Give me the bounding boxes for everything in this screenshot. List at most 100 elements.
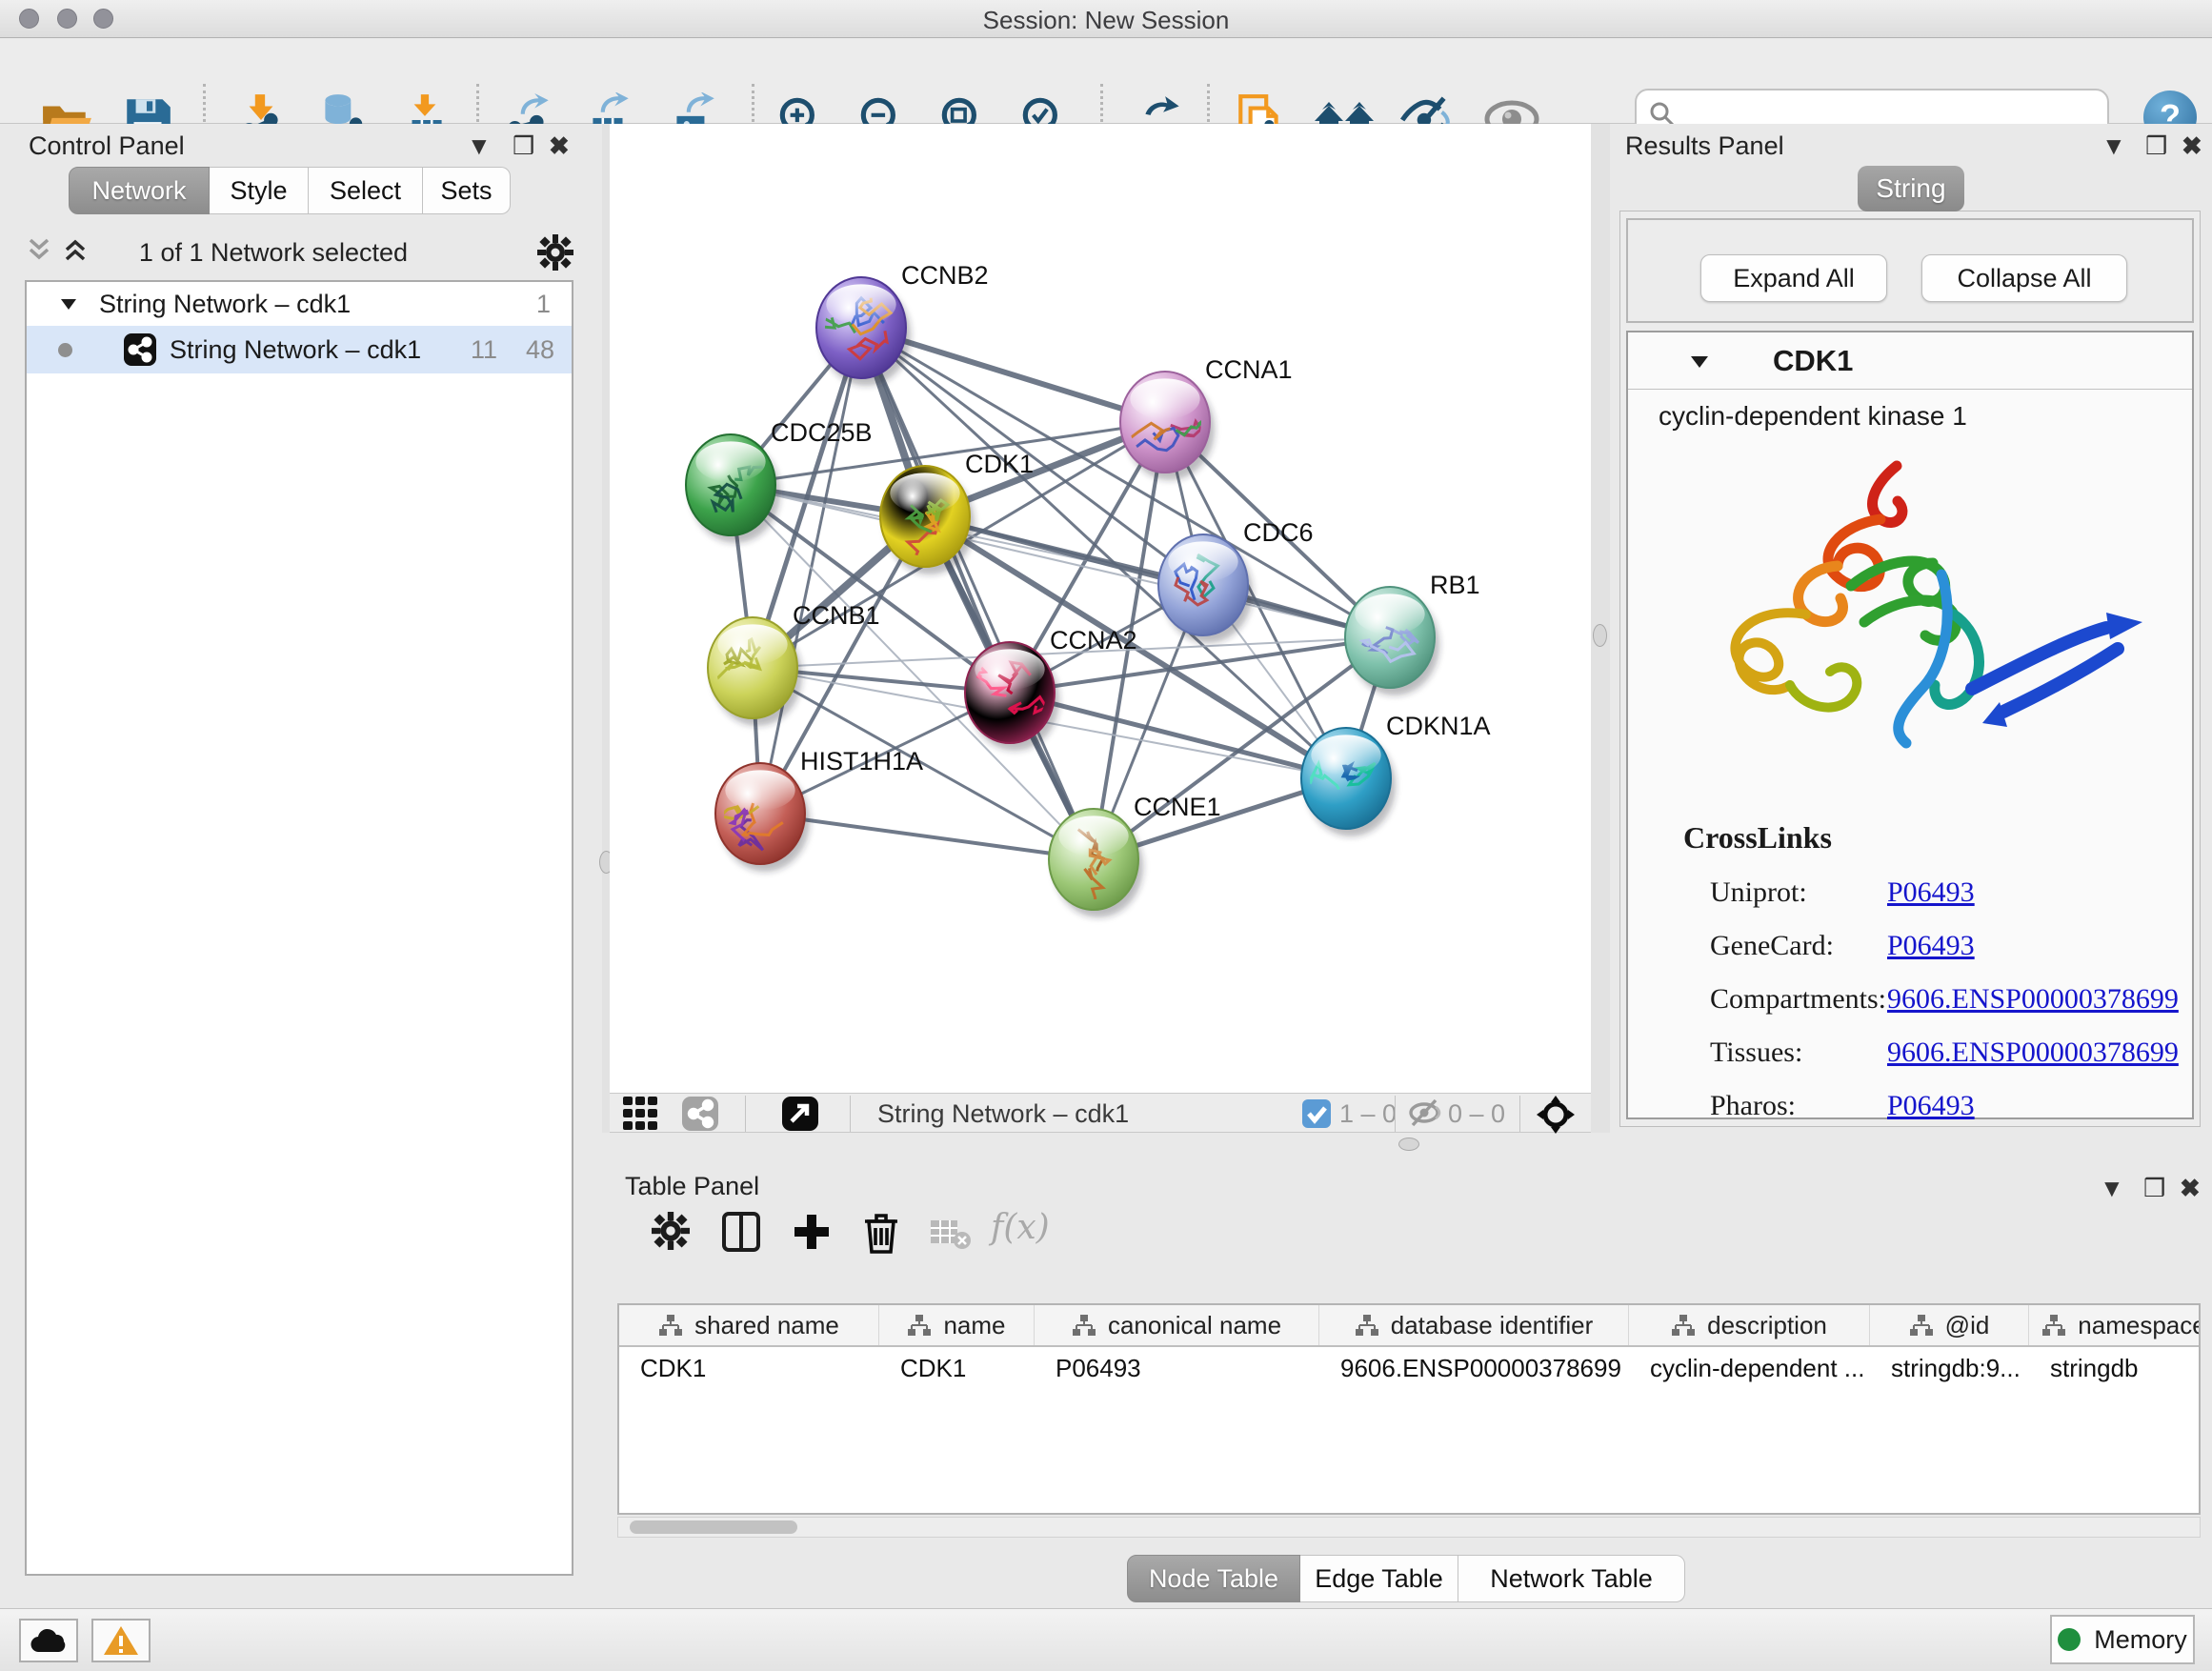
table-cell[interactable]: cyclin-dependent ...: [1629, 1347, 1870, 1389]
tab-select[interactable]: Select: [309, 167, 423, 214]
table-cell[interactable]: 9606.ENSP00000378699: [1319, 1347, 1629, 1389]
cloud-button[interactable]: [19, 1619, 78, 1662]
share-view-icon[interactable]: [682, 1097, 718, 1136]
network-node-CCNE1[interactable]: CCNE1: [1049, 793, 1221, 917]
protein-structure-image: [1651, 445, 2173, 816]
column-header--id[interactable]: @id: [1870, 1305, 2029, 1345]
network-collection-row[interactable]: String Network – cdk1 1: [27, 282, 572, 326]
select-columns-icon[interactable]: [722, 1212, 760, 1257]
node-label-CCNB1: CCNB1: [793, 601, 880, 630]
main-toolbar: ?: [0, 39, 2212, 124]
crosslinks-rows: Uniprot:P06493GeneCard:P06493Compartment…: [1628, 876, 2188, 1122]
table-cell[interactable]: stringdb: [2029, 1347, 2201, 1389]
panel-float-icon[interactable]: ❒: [513, 131, 534, 161]
table-row[interactable]: CDK1CDK1P064939606.ENSP00000378699cyclin…: [619, 1347, 2199, 1389]
grid-view-icon[interactable]: [623, 1097, 659, 1136]
hidden-eye-slash-icon[interactable]: [1408, 1097, 1442, 1133]
column-header-namespace[interactable]: namespace: [2029, 1305, 2201, 1345]
cloud-icon: [30, 1627, 68, 1654]
hidden-count: 0 – 0: [1448, 1097, 1505, 1131]
network-node-HIST1H1A[interactable]: HIST1H1A: [715, 747, 923, 872]
tab-node-table[interactable]: Node Table: [1127, 1555, 1300, 1602]
network-node-CDK1[interactable]: CDK1: [880, 450, 1034, 574]
crosslink-link[interactable]: P06493: [1887, 876, 1975, 909]
network-edge[interactable]: [760, 814, 1094, 859]
scrollbar-thumb[interactable]: [630, 1520, 797, 1534]
table-cell[interactable]: CDK1: [879, 1347, 1035, 1389]
gene-section-header[interactable]: CDK1: [1628, 332, 2192, 390]
table-horizontal-scrollbar[interactable]: [617, 1517, 2201, 1538]
network-row-selected[interactable]: String Network – cdk1 11 48: [27, 326, 572, 373]
tab-string[interactable]: String: [1858, 166, 1964, 211]
network-edge[interactable]: [861, 328, 1094, 859]
collapse-triangle-icon[interactable]: [1689, 353, 1710, 371]
network-row-label: String Network – cdk1: [170, 335, 421, 365]
panel-menu-icon[interactable]: ▼: [2100, 1174, 2124, 1203]
window-title: Session: New Session: [0, 6, 2212, 35]
node-label-CDC6: CDC6: [1243, 518, 1314, 547]
panel-close-icon[interactable]: ✖: [2182, 131, 2202, 161]
column-header-database-identifier[interactable]: database identifier: [1319, 1305, 1629, 1345]
panel-float-icon[interactable]: ❒: [2143, 1174, 2165, 1203]
table-gear-icon[interactable]: [652, 1212, 690, 1255]
network-edge[interactable]: [1010, 693, 1346, 778]
node-label-CCNA2: CCNA2: [1050, 626, 1137, 654]
table-cell[interactable]: P06493: [1035, 1347, 1319, 1389]
network-node-CDC25B[interactable]: CDC25B: [686, 418, 873, 543]
network-node-CDC6[interactable]: CDC6: [1158, 518, 1314, 643]
panel-menu-icon[interactable]: ▼: [2101, 131, 2126, 161]
network-view[interactable]: CCNB2 CCNA1 CDC25BCDK1 CDC6 RB1 CCNB1 CCNA2 CDK…: [610, 124, 1591, 1093]
network-list-header: 1 of 1 Network selected: [25, 231, 589, 274]
gear-icon[interactable]: [537, 234, 573, 271]
crosslink-row: Compartments:9606.ENSP00000378699: [1710, 983, 2188, 1016]
selected-checkbox-icon[interactable]: [1302, 1099, 1331, 1133]
right-splitter-handle[interactable]: [1593, 624, 1607, 647]
left-splitter[interactable]: [602, 124, 610, 1133]
warning-button[interactable]: [91, 1619, 151, 1662]
toolbar-separator: [850, 1096, 851, 1132]
memory-button[interactable]: Memory: [2050, 1615, 2195, 1664]
fit-target-icon[interactable]: [1536, 1095, 1576, 1139]
network-node-CDKN1A[interactable]: CDKN1A: [1301, 712, 1491, 836]
column-header-name[interactable]: name: [879, 1305, 1035, 1345]
add-column-icon[interactable]: [793, 1212, 831, 1257]
toolbar-separator: [1519, 1096, 1520, 1132]
crosslink-label: Compartments:: [1710, 983, 1887, 1016]
crosslink-link[interactable]: 9606.ENSP00000378699: [1887, 983, 2179, 1016]
expand-all-button[interactable]: Expand All: [1700, 254, 1887, 302]
panel-menu-icon[interactable]: ▼: [467, 131, 492, 161]
collapse-triangle-icon[interactable]: [59, 296, 78, 312]
table-cell[interactable]: stringdb:9...: [1870, 1347, 2029, 1389]
crosslinks-title: CrossLinks: [1683, 820, 2188, 856]
network-node-RB1[interactable]: RB1: [1345, 571, 1480, 695]
table-cell[interactable]: CDK1: [619, 1347, 879, 1389]
column-header-canonical-name[interactable]: canonical name: [1035, 1305, 1319, 1345]
tab-edge-table[interactable]: Edge Table: [1300, 1555, 1458, 1602]
node-label-CDKN1A: CDKN1A: [1386, 712, 1491, 740]
delete-column-icon[interactable]: [863, 1212, 899, 1258]
crosslink-row: Tissues:9606.ENSP00000378699: [1710, 1037, 2188, 1069]
column-header-description[interactable]: description: [1629, 1305, 1870, 1345]
node-table: shared namenamecanonical namedatabase id…: [617, 1303, 2201, 1515]
collapse-all-button[interactable]: Collapse All: [1921, 254, 2127, 302]
open-in-window-icon[interactable]: [782, 1097, 818, 1136]
crosslink-link[interactable]: P06493: [1887, 930, 1975, 962]
tab-network[interactable]: Network: [69, 167, 210, 214]
node-label-CCNB2: CCNB2: [901, 261, 989, 290]
panel-close-icon[interactable]: ✖: [549, 131, 570, 161]
string-network-icon: [124, 333, 156, 366]
network-graph[interactable]: CCNB2 CCNA1 CDC25BCDK1 CDC6 RB1 CCNB1 CCNA2 CDK…: [610, 124, 1591, 1093]
tab-network-table[interactable]: Network Table: [1458, 1555, 1685, 1602]
panel-close-icon[interactable]: ✖: [2180, 1174, 2201, 1203]
panel-float-icon[interactable]: ❒: [2145, 131, 2167, 161]
network-node-CCNA1[interactable]: CCNA1: [1104, 355, 1292, 480]
status-bar: Memory: [0, 1608, 2212, 1671]
network-node-CCNB2[interactable]: CCNB2: [805, 261, 988, 386]
tab-style[interactable]: Style: [210, 167, 309, 214]
column-header-shared-name[interactable]: shared name: [619, 1305, 879, 1345]
bottom-splitter-handle[interactable]: [1398, 1137, 1419, 1151]
gene-description: cyclin-dependent kinase 1: [1659, 401, 1967, 432]
crosslink-link[interactable]: 9606.ENSP00000378699: [1887, 1037, 2179, 1069]
tab-sets[interactable]: Sets: [423, 167, 511, 214]
crosslink-link[interactable]: P06493: [1887, 1090, 1975, 1122]
